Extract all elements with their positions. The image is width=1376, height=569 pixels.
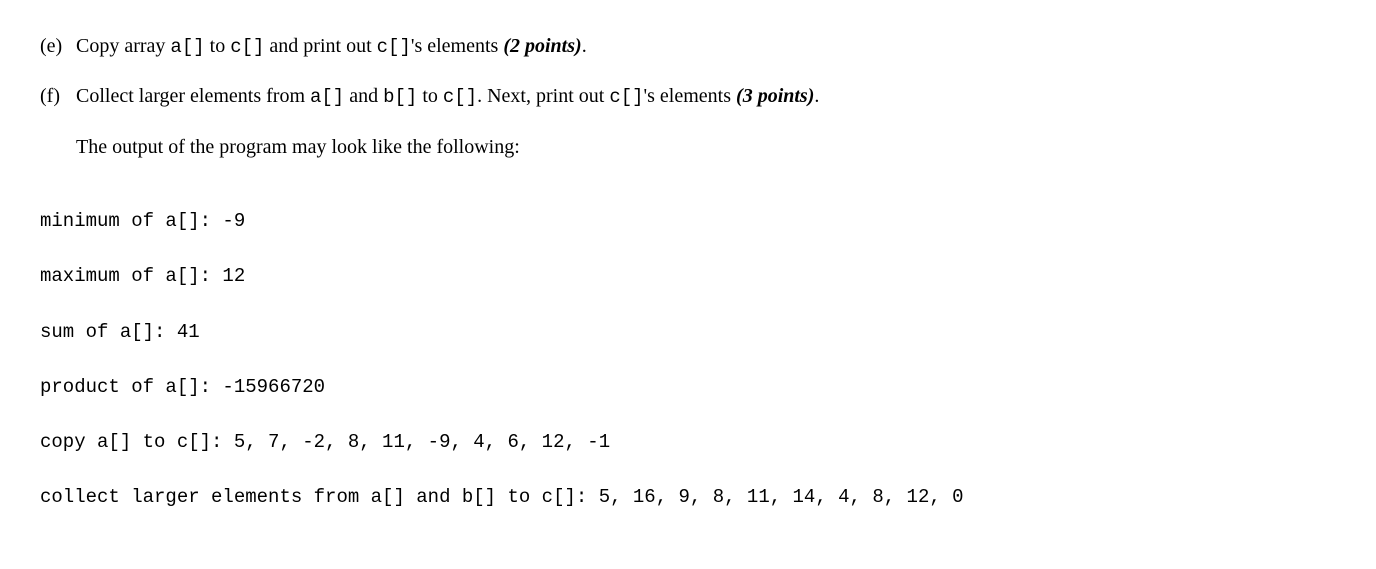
text-segment: and print out — [264, 35, 376, 57]
points-f: (3 points) — [736, 85, 814, 107]
code-c2: c[] — [377, 36, 411, 58]
output-line-sum: sum of a[]: 41 — [40, 319, 1336, 347]
output-intro: The output of the program may look like … — [76, 131, 1336, 163]
code-c: c[] — [230, 36, 264, 58]
text-segment: to — [205, 35, 231, 57]
text-segment: Collect larger elements from — [76, 85, 310, 107]
points-e: (2 points) — [503, 35, 581, 57]
question-label-f: (f) — [40, 80, 76, 112]
output-line-min: minimum of a[]: -9 — [40, 208, 1336, 236]
program-output: minimum of a[]: -9 maximum of a[]: 12 su… — [40, 181, 1336, 539]
output-line-max: maximum of a[]: 12 — [40, 263, 1336, 291]
text-segment: to — [417, 85, 443, 107]
text-segment: Copy array — [76, 35, 170, 57]
text-segment: . Next, print out — [477, 85, 609, 107]
question-text-e: Copy array a[] to c[] and print out c[]'… — [76, 30, 1336, 62]
question-text-f: Collect larger elements from a[] and b[]… — [76, 80, 1336, 112]
code-c: c[] — [443, 86, 477, 108]
text-segment: 's elements — [644, 85, 736, 107]
code-c2: c[] — [609, 86, 643, 108]
code-a: a[] — [170, 36, 204, 58]
output-line-product: product of a[]: -15966720 — [40, 374, 1336, 402]
question-e: (e) Copy array a[] to c[] and print out … — [40, 30, 1336, 62]
question-label-e: (e) — [40, 30, 76, 62]
text-segment: . — [814, 85, 819, 107]
code-b: b[] — [383, 86, 417, 108]
text-segment: . — [582, 35, 587, 57]
output-line-copy: copy a[] to c[]: 5, 7, -2, 8, 11, -9, 4,… — [40, 429, 1336, 457]
output-line-collect: collect larger elements from a[] and b[]… — [40, 484, 1336, 512]
code-a: a[] — [310, 86, 344, 108]
text-segment: and — [344, 85, 383, 107]
question-f: (f) Collect larger elements from a[] and… — [40, 80, 1336, 112]
text-segment: 's elements — [411, 35, 503, 57]
